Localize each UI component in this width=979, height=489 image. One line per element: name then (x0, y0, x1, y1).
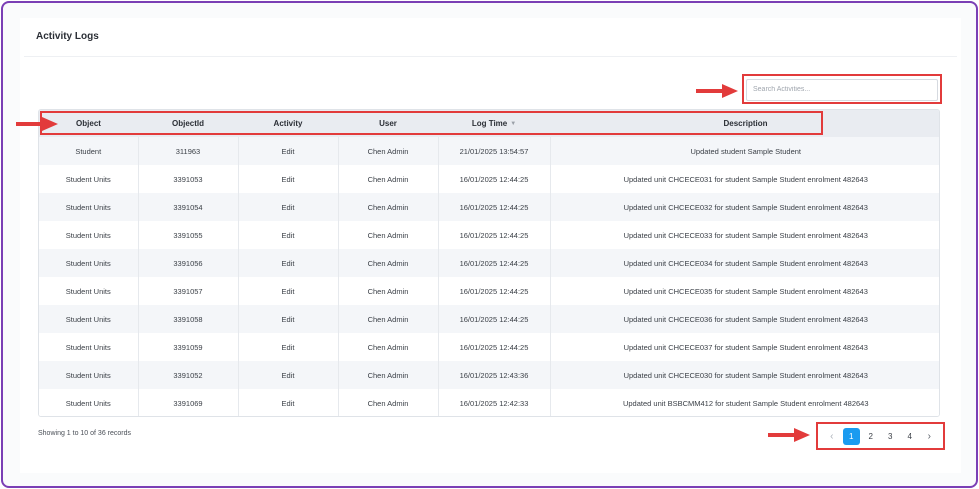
cell-activity: Edit (238, 221, 339, 249)
cell-activity: Edit (238, 277, 339, 305)
cell-objectid: 3391053 (138, 165, 239, 193)
activity-logs-card: Activity Logs Object ObjectId Activity U… (20, 18, 961, 473)
cell-objectid: 3391059 (138, 333, 239, 361)
cell-activity: Edit (238, 193, 339, 221)
red-arrow-icon (16, 117, 58, 131)
cell-activity: Edit (238, 165, 339, 193)
cell-object: Student Units (39, 249, 139, 277)
cell-description: Updated unit CHCECE033 for student Sampl… (623, 230, 868, 240)
table-row[interactable]: Student Units 3391054 Edit Chen Admin 16/01/… (39, 193, 939, 221)
page-button-1[interactable]: 1 (842, 427, 860, 445)
prev-page-button[interactable]: ‹ (823, 428, 840, 445)
column-header-log-time[interactable]: Log Time ▼ (438, 110, 550, 137)
cell-object: Student Units (39, 221, 139, 249)
column-header-user[interactable]: User (338, 110, 438, 137)
page-button-4[interactable]: 4 (901, 428, 918, 445)
cell-objectid: 311963 (138, 137, 239, 165)
cell-description: Updated unit CHCECE031 for student Sampl… (623, 174, 868, 184)
cell-log-time: 16/01/2025 12:44:25 (438, 249, 551, 277)
red-arrow-icon (768, 428, 810, 442)
cell-object: Student Units (39, 389, 139, 416)
cell-log-time: 16/01/2025 12:43:36 (438, 361, 551, 389)
cell-activity: Edit (238, 333, 339, 361)
cell-description: Updated unit CHCECE032 for student Sampl… (623, 202, 868, 212)
table-row[interactable]: Student Units 3391055 Edit Chen Admin 16/01/… (39, 221, 939, 249)
search-highlight-box (742, 74, 942, 104)
cell-log-time: 16/01/2025 12:44:25 (438, 333, 551, 361)
table-row[interactable]: Student Units 3391052 Edit Chen Admin 16/01/… (39, 361, 939, 389)
cell-objectid: 3391055 (138, 221, 239, 249)
cell-user: Chen Admin (338, 221, 439, 249)
cell-user: Chen Admin (338, 361, 439, 389)
records-info: Showing 1 to 10 of 36 records (38, 430, 132, 437)
cell-log-time: 16/01/2025 12:44:25 (438, 165, 551, 193)
cell-user: Chen Admin (338, 137, 439, 165)
cell-objectid: 3391052 (138, 361, 239, 389)
cell-object: Student Units (39, 193, 139, 221)
cell-description: Updated unit CHCECE034 for student Sampl… (623, 258, 868, 268)
next-page-button[interactable]: › (921, 428, 938, 445)
cell-log-time: 16/01/2025 12:44:25 (438, 193, 551, 221)
column-header-objectid[interactable]: ObjectId (138, 110, 238, 137)
page-button-3[interactable]: 3 (882, 428, 899, 445)
cell-object: Student Units (39, 277, 139, 305)
cell-activity: Edit (238, 249, 339, 277)
cell-user: Chen Admin (338, 389, 439, 416)
column-header-activity[interactable]: Activity (238, 110, 338, 137)
cell-log-time: 16/01/2025 12:44:25 (438, 305, 551, 333)
cell-user: Chen Admin (338, 249, 439, 277)
sort-down-icon[interactable]: ▼ (510, 121, 516, 127)
table-row[interactable]: Student 311963 Edit Chen Admin 21/01/2025 13… (39, 137, 939, 165)
cell-object: Student Units (39, 165, 139, 193)
cell-user: Chen Admin (338, 305, 439, 333)
cell-object: Student Units (39, 361, 139, 389)
cell-description: Updated unit CHCECE037 for student Sampl… (623, 342, 868, 352)
cell-object: Student Units (39, 333, 139, 361)
table-row[interactable]: Student Units 3391059 Edit Chen Admin 16/01/… (39, 333, 939, 361)
table-row[interactable]: Student Units 3391069 Edit Chen Admin 16/01/… (39, 389, 939, 416)
cell-description: Updated student Sample Student (690, 146, 802, 156)
cell-activity: Edit (238, 389, 339, 416)
cell-activity: Edit (238, 361, 339, 389)
cell-description: Updated unit CHCECE035 for student Sampl… (623, 286, 868, 296)
red-arrow-icon (696, 84, 738, 98)
cell-objectid: 3391056 (138, 249, 239, 277)
cell-objectid: 3391058 (138, 305, 239, 333)
cell-objectid: 3391054 (138, 193, 239, 221)
table-row[interactable]: Student Units 3391053 Edit Chen Admin 16/01/… (39, 165, 939, 193)
table-row[interactable]: Student Units 3391056 Edit Chen Admin 16/01/… (39, 249, 939, 277)
cell-object: Student Units (39, 305, 139, 333)
title-divider (24, 56, 957, 57)
cell-objectid: 3391057 (138, 277, 239, 305)
cell-activity: Edit (238, 137, 339, 165)
page-button-2[interactable]: 2 (862, 428, 879, 445)
cell-user: Chen Admin (338, 277, 439, 305)
pagination: ‹ 1 2 3 4 › (816, 422, 945, 450)
cell-activity: Edit (238, 305, 339, 333)
cell-description: Updated unit CHCECE036 for student Sampl… (623, 314, 868, 324)
search-input[interactable] (746, 78, 938, 101)
page-title: Activity Logs (36, 31, 99, 42)
cell-user: Chen Admin (338, 165, 439, 193)
table-header-row: Object ObjectId Activity User Log Time ▼ … (39, 110, 939, 137)
table-row[interactable]: Student Units 3391057 Edit Chen Admin 16/01/… (39, 277, 939, 305)
activity-table: Object ObjectId Activity User Log Time ▼ … (38, 109, 940, 417)
cell-objectid: 3391069 (138, 389, 239, 416)
cell-log-time: 16/01/2025 12:42:33 (438, 389, 551, 416)
cell-log-time: 16/01/2025 12:44:25 (438, 221, 551, 249)
column-header-description[interactable]: Description (550, 110, 939, 137)
cell-description: Updated unit CHCECE030 for student Sampl… (623, 370, 868, 380)
cell-object: Student (39, 137, 139, 165)
cell-user: Chen Admin (338, 333, 439, 361)
cell-description: Updated unit BSBCMM412 for student Sampl… (622, 398, 869, 408)
cell-log-time: 21/01/2025 13:54:57 (438, 137, 551, 165)
cell-log-time: 16/01/2025 12:44:25 (438, 277, 551, 305)
cell-user: Chen Admin (338, 193, 439, 221)
table-row[interactable]: Student Units 3391058 Edit Chen Admin 16/01/… (39, 305, 939, 333)
